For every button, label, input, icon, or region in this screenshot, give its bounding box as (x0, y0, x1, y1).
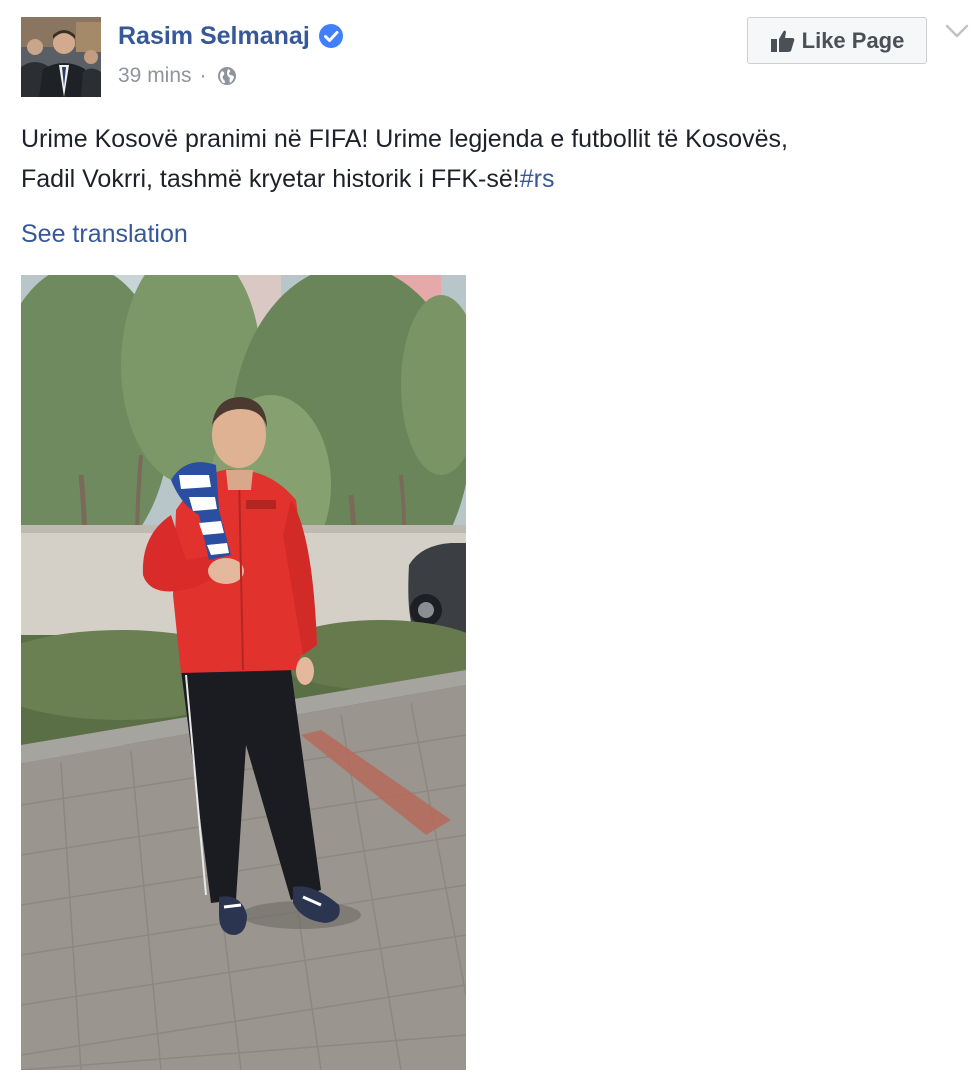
post-text-line-1: Urime Kosovë pranimi në FIFA! Urime legj… (21, 125, 789, 153)
meta-separator: · (199, 64, 207, 87)
verified-badge-icon (318, 23, 344, 49)
globe-icon[interactable] (217, 66, 237, 86)
facebook-post: Rasim Selmanaj 39 mins · Like Page Urime… (0, 0, 980, 1081)
author-avatar[interactable] (21, 17, 101, 97)
author-name-text[interactable]: Rasim Selmanaj (118, 20, 310, 52)
post-text-line-2-body: Fadil Vokrri, tashmë kryetar historik i … (21, 165, 520, 193)
post-text: Urime Kosovë pranimi në FIFA! Urime legj… (21, 119, 941, 199)
see-translation-link[interactable]: See translation (21, 216, 188, 252)
hashtag-link[interactable]: #rs (520, 165, 555, 193)
like-page-label: Like Page (801, 27, 905, 53)
thumbs-up-icon (770, 29, 796, 53)
post-meta: 39 mins · (118, 62, 237, 90)
chevron-down-icon[interactable] (944, 22, 970, 40)
author-name[interactable]: Rasim Selmanaj (118, 20, 344, 52)
like-page-button[interactable]: Like Page (747, 17, 927, 64)
timestamp[interactable]: 39 mins (118, 62, 192, 90)
post-text-line-2: Fadil Vokrri, tashmë kryetar historik i … (21, 159, 941, 199)
post-photo[interactable] (21, 275, 466, 1070)
